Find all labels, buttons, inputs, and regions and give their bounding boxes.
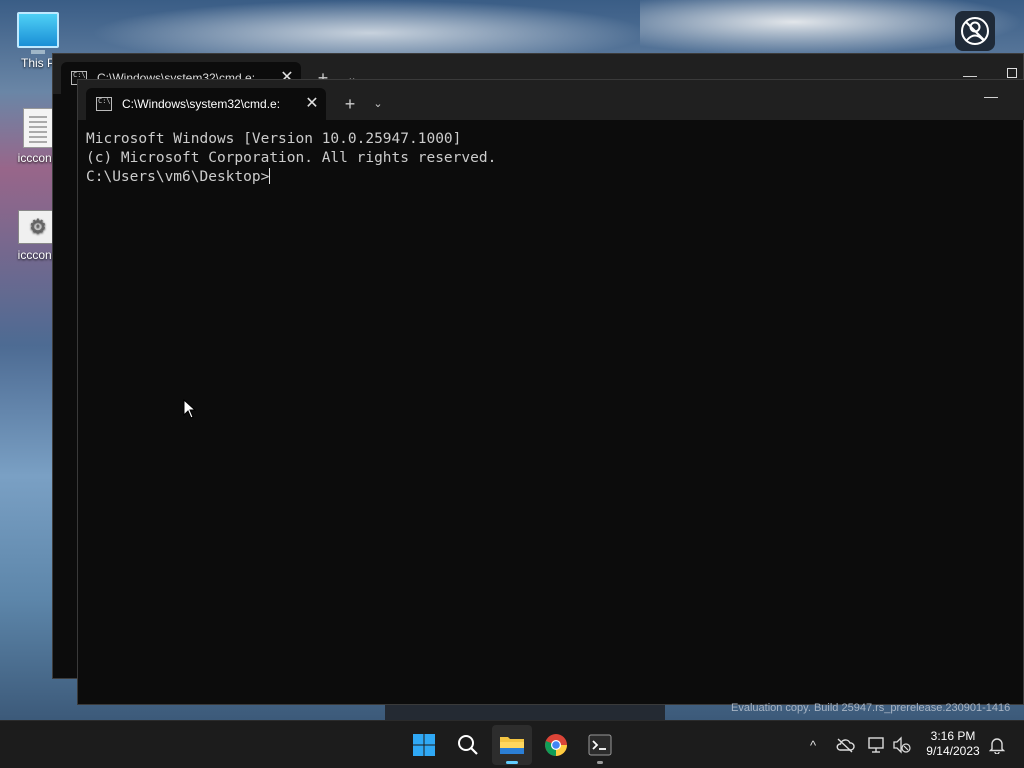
evaluation-watermark: Evaluation copy. Build 25947.rs_prerelea… — [731, 702, 1011, 714]
chrome-icon — [545, 734, 567, 756]
clock-button[interactable]: 3:16 PM 9/14/2023 — [918, 729, 988, 759]
terminal-icon — [588, 734, 612, 756]
cloud-offline-icon — [836, 738, 855, 753]
terminal-prompt: C:\Users\vm6\Desktop> — [86, 169, 270, 185]
document-icon — [23, 108, 53, 148]
account-avatar-button[interactable] — [955, 11, 995, 51]
clock-time: 3:16 PM — [930, 729, 976, 743]
terminal-line: Microsoft Windows [Version 10.0.25947.10… — [86, 131, 462, 147]
onedrive-tray-button[interactable] — [833, 731, 857, 759]
chevron-up-icon: ^ — [809, 737, 817, 753]
network-icon — [868, 737, 884, 753]
terminal-button[interactable] — [580, 725, 620, 765]
notifications-button[interactable] — [985, 731, 1009, 759]
wallpaper-rock — [385, 703, 665, 720]
new-tab-button[interactable]: + — [338, 93, 362, 115]
search-button[interactable] — [448, 725, 488, 765]
wallpaper-cloud — [90, 0, 650, 55]
start-button[interactable] — [404, 725, 444, 765]
maximize-button[interactable] — [1007, 68, 1017, 78]
terminal-window[interactable]: C:\Windows\system32\cmd.e: ✕ + ⌄ — Micro… — [77, 79, 1024, 705]
minimize-button[interactable]: — — [976, 88, 1006, 110]
chevron-down-icon[interactable]: ⌄ — [368, 93, 388, 115]
mouse-pointer-icon — [183, 399, 197, 419]
volume-tray-button[interactable] — [890, 731, 914, 759]
terminal-line: (c) Microsoft Corporation. All rights re… — [86, 150, 497, 166]
text-cursor — [269, 168, 271, 184]
folder-icon — [500, 737, 524, 754]
window-titlebar[interactable]: C:\Windows\system32\cmd.e: ✕ + ⌄ — — [78, 80, 1024, 120]
terminal-output[interactable]: Microsoft Windows [Version 10.0.25947.10… — [86, 130, 1016, 690]
volume-muted-icon — [893, 736, 911, 754]
windows-logo-icon — [413, 734, 435, 756]
tab-title: C:\Windows\system32\cmd.e: — [122, 97, 281, 111]
file-explorer-button[interactable] — [492, 725, 532, 765]
account-icon — [961, 17, 989, 45]
cmd-icon — [96, 97, 112, 111]
chrome-button[interactable] — [536, 725, 576, 765]
active-indicator — [506, 761, 518, 764]
terminal-prompt-line[interactable]: C:\Users\vm6\Desktop> — [86, 168, 1016, 187]
close-tab-button[interactable]: ✕ — [301, 93, 323, 115]
computer-icon — [17, 12, 59, 54]
clock-date: 9/14/2023 — [926, 744, 980, 758]
taskbar: ^ 3:16 PM 9/14/2023 — [0, 720, 1024, 768]
tab-cmd[interactable]: C:\Windows\system32\cmd.e: ✕ — [86, 88, 326, 120]
show-hidden-icons-button[interactable]: ^ — [801, 731, 825, 759]
bell-icon — [989, 738, 1005, 754]
network-tray-button[interactable] — [865, 731, 889, 759]
search-icon — [458, 735, 478, 755]
running-indicator — [597, 761, 603, 764]
